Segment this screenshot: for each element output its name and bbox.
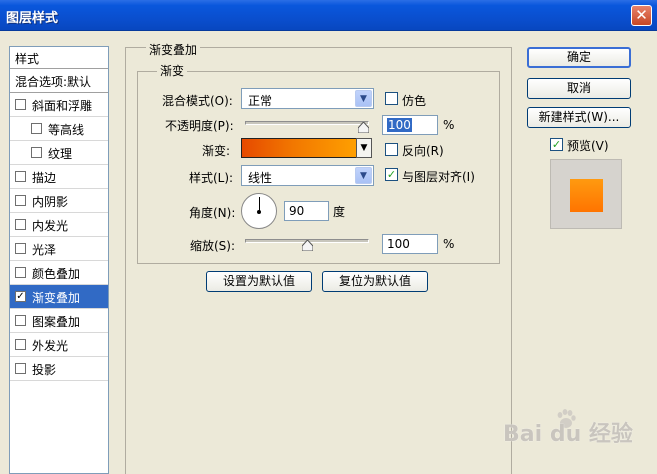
scale-input[interactable]: 100 — [382, 234, 438, 254]
close-button[interactable]: ✕ — [631, 5, 652, 26]
scale-unit: % — [443, 237, 455, 251]
group-title: 渐变叠加 — [146, 41, 201, 58]
angle-dial-center — [257, 210, 261, 214]
scale-label: 缩放(S): — [190, 239, 236, 253]
gradient-swatch[interactable] — [241, 138, 358, 158]
style-list-item[interactable]: ✓ 渐变叠加 — [10, 285, 108, 309]
chevron-down-icon: ▼ — [355, 167, 372, 184]
style-checkbox[interactable] — [15, 267, 26, 278]
opacity-input[interactable]: 100 — [382, 115, 438, 135]
angle-dial[interactable] — [241, 193, 277, 229]
preview-checkbox[interactable]: ✓ — [550, 138, 563, 151]
gradient-picker-button[interactable]: ▼ — [356, 138, 372, 158]
align-with-layer-checkbox[interactable]: ✓ — [385, 168, 398, 181]
reverse-checkbox[interactable] — [385, 143, 398, 156]
style-list-label: 光泽 — [32, 243, 57, 257]
style-list-item[interactable]: 投影 — [10, 357, 108, 381]
opacity-slider-thumb[interactable] — [358, 122, 369, 133]
title-bar: 图层样式 ✕ — [0, 0, 657, 31]
reset-default-button[interactable]: 复位为默认值 — [322, 271, 428, 292]
scale-slider-thumb[interactable] — [301, 240, 313, 251]
style-checkbox[interactable] — [15, 363, 26, 374]
style-list-item[interactable]: 外发光 — [10, 333, 108, 357]
styles-list: 样式 混合选项:默认 斜面和浮雕等高线纹理描边内阴影内发光光泽颜色叠加 ✓ 渐变叠加… — [9, 46, 109, 474]
style-list-item[interactable]: 斜面和浮雕 — [10, 93, 108, 117]
style-checkbox[interactable] — [15, 171, 26, 182]
style-label: 样式(L): — [189, 171, 234, 185]
window-title: 图层样式 — [6, 11, 59, 26]
style-list-item[interactable]: 颜色叠加 — [10, 261, 108, 285]
style-list-label: 图案叠加 — [32, 315, 81, 329]
styles-list-header[interactable]: 样式 — [10, 47, 108, 69]
style-list-label: 内阴影 — [32, 195, 69, 209]
style-list-item[interactable]: 等高线 — [10, 117, 108, 141]
new-style-button[interactable]: 新建样式(W)... — [527, 107, 631, 128]
watermark: Bai du 经验 — [503, 422, 633, 447]
angle-label: 角度(N): — [189, 206, 236, 220]
opacity-value: 100 — [387, 118, 412, 132]
layer-style-dialog: 图层样式 ✕ 样式 混合选项:默认 斜面和浮雕等高线纹理描边内阴影内发光光泽颜色… — [0, 0, 657, 474]
style-list-item[interactable]: 图案叠加 — [10, 309, 108, 333]
chevron-down-icon: ▼ — [355, 90, 372, 107]
style-list-item[interactable]: 内发光 — [10, 213, 108, 237]
style-list-label: 纹理 — [48, 147, 73, 161]
style-list-label: 外发光 — [32, 339, 69, 353]
style-checkbox[interactable] — [15, 219, 26, 230]
style-list-label: 渐变叠加 — [32, 291, 81, 305]
style-list-label: 等高线 — [48, 123, 85, 137]
blend-mode-value: 正常 — [248, 94, 273, 108]
style-preview — [550, 159, 622, 229]
style-list-item[interactable]: 光泽 — [10, 237, 108, 261]
reverse-label: 反向(R) — [402, 144, 444, 158]
opacity-unit: % — [443, 118, 455, 132]
set-default-button[interactable]: 设置为默认值 — [206, 271, 312, 292]
style-list-item[interactable]: 纹理 — [10, 141, 108, 165]
style-checkbox[interactable] — [15, 339, 26, 350]
style-list-label: 投影 — [32, 363, 57, 377]
style-checkbox[interactable] — [31, 123, 42, 134]
preview-label: 预览(V) — [567, 139, 609, 153]
style-list-label: 描边 — [32, 171, 57, 185]
style-checkbox[interactable]: ✓ — [15, 291, 26, 302]
style-value: 线性 — [248, 171, 273, 185]
dither-label: 仿色 — [402, 94, 427, 108]
opacity-label: 不透明度(P): — [165, 119, 234, 133]
dither-checkbox[interactable] — [385, 92, 398, 105]
blend-mode-select[interactable]: 正常 ▼ — [241, 88, 374, 109]
style-checkbox[interactable] — [15, 243, 26, 254]
style-list-item[interactable]: 描边 — [10, 165, 108, 189]
style-select[interactable]: 线性 ▼ — [241, 165, 374, 186]
cancel-button[interactable]: 取消 — [527, 78, 631, 99]
opacity-slider[interactable] — [245, 121, 369, 125]
angle-value: 90 — [289, 204, 305, 218]
gradient-label: 渐变: — [202, 144, 231, 158]
style-list-label: 斜面和浮雕 — [32, 99, 93, 113]
style-list-label: 内发光 — [32, 219, 69, 233]
style-checkbox[interactable] — [15, 99, 26, 110]
blend-mode-label: 混合模式(O): — [162, 94, 233, 108]
style-checkbox[interactable] — [15, 195, 26, 206]
triangle-down-icon: ▼ — [360, 143, 368, 153]
scale-value: 100 — [387, 237, 410, 251]
style-checkbox[interactable] — [31, 147, 42, 158]
close-icon: ✕ — [635, 6, 648, 24]
subgroup-title: 渐变 — [157, 62, 188, 79]
style-list-label: 颜色叠加 — [32, 267, 81, 281]
ok-button[interactable]: 确定 — [527, 47, 631, 68]
style-list-item[interactable]: 内阴影 — [10, 189, 108, 213]
preview-swatch — [570, 179, 603, 212]
angle-input[interactable]: 90 — [284, 201, 329, 221]
angle-unit: 度 — [333, 205, 346, 219]
blend-options-item[interactable]: 混合选项:默认 — [10, 69, 108, 93]
style-checkbox[interactable] — [15, 315, 26, 326]
align-with-layer-label: 与图层对齐(I) — [402, 170, 475, 184]
